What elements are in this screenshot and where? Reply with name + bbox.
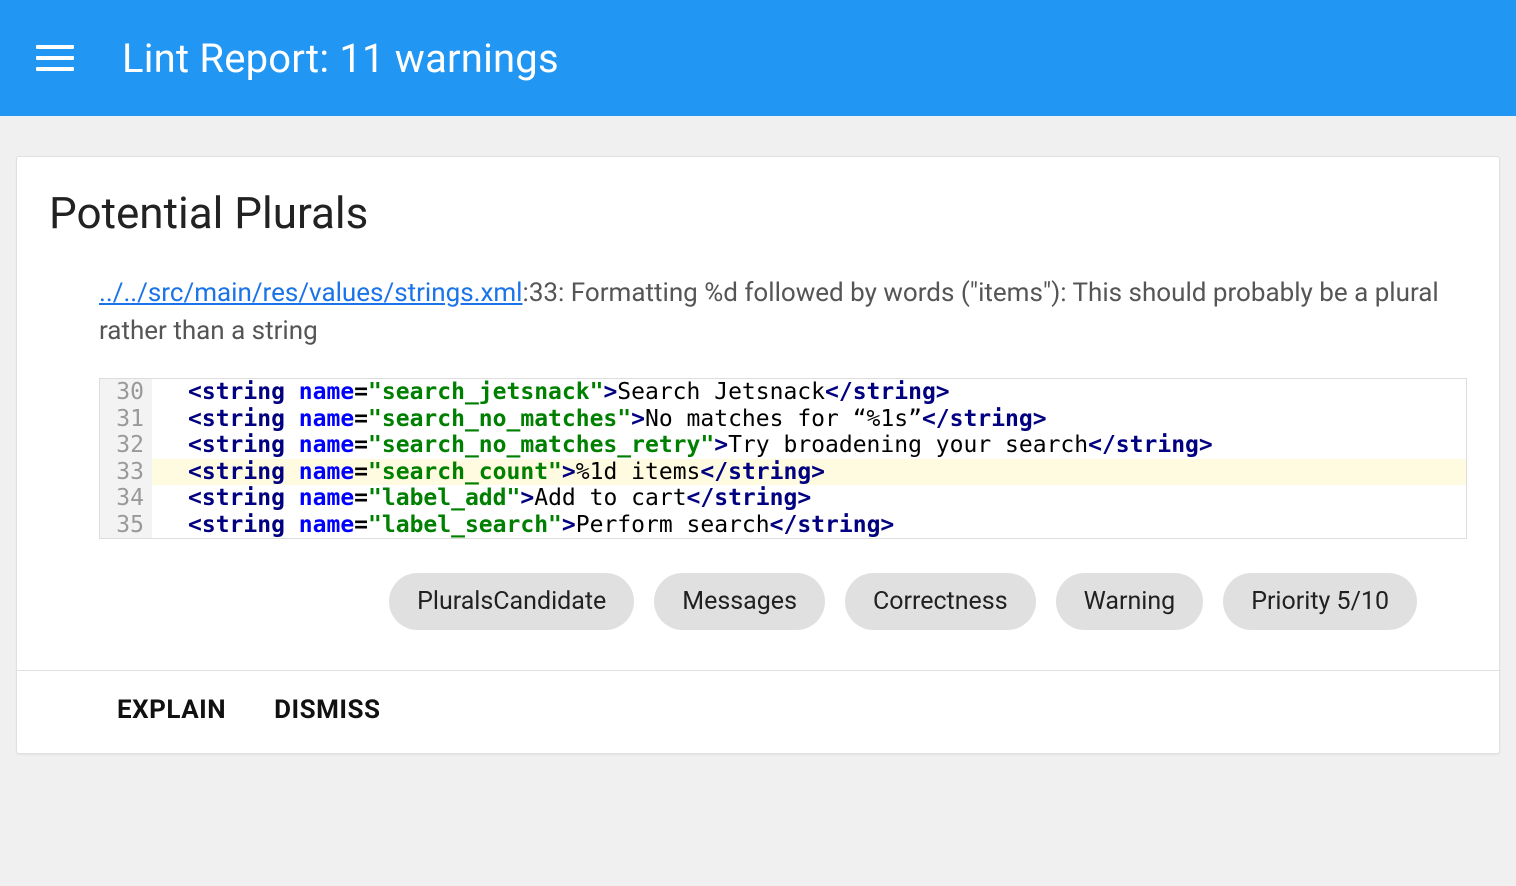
issue-card-body: Potential Plurals ../../src/main/res/val… <box>17 157 1499 670</box>
code-content: <string name="search_jetsnack">Search Je… <box>152 379 1466 405</box>
line-number: 34 <box>100 485 152 511</box>
card-actions: EXPLAIN DISMISS <box>17 670 1499 753</box>
code-line: 33<string name="search_count">%1d items<… <box>100 459 1466 485</box>
code-content: <string name="search_no_matches_retry">T… <box>152 432 1466 458</box>
code-content: <string name="search_no_matches">No matc… <box>152 406 1466 432</box>
code-line: 30<string name="search_jetsnack">Search … <box>100 379 1466 405</box>
explain-button[interactable]: EXPLAIN <box>117 695 226 725</box>
code-content: <string name="label_search">Perform sear… <box>152 512 1466 538</box>
code-line: 31<string name="search_no_matches">No ma… <box>100 406 1466 432</box>
tag-chip[interactable]: Warning <box>1056 573 1204 630</box>
issue-title: Potential Plurals <box>49 187 1467 239</box>
page-title: Lint Report: 11 warnings <box>122 35 559 82</box>
dismiss-button[interactable]: DISMISS <box>274 695 380 725</box>
issue-description: ../../src/main/res/values/strings.xml:33… <box>49 275 1467 350</box>
issue-tags: PluralsCandidate Messages Correctness Warni… <box>49 539 1467 630</box>
line-number: 30 <box>100 379 152 405</box>
line-number: 31 <box>100 406 152 432</box>
tag-chip[interactable]: Priority 5/10 <box>1223 573 1417 630</box>
tag-chip[interactable]: PluralsCandidate <box>389 573 634 630</box>
line-number: 35 <box>100 512 152 538</box>
tag-chip[interactable]: Messages <box>654 573 825 630</box>
code-line: 34<string name="label_add">Add to cart</… <box>100 485 1466 511</box>
code-content: <string name="label_add">Add to cart</st… <box>152 485 1466 511</box>
code-line: 35<string name="label_search">Perform se… <box>100 512 1466 538</box>
content-area: Potential Plurals ../../src/main/res/val… <box>0 116 1516 754</box>
line-number: 33 <box>100 459 152 485</box>
code-line: 32<string name="search_no_matches_retry"… <box>100 432 1466 458</box>
issue-card: Potential Plurals ../../src/main/res/val… <box>16 156 1500 754</box>
code-snippet: 30<string name="search_jetsnack">Search … <box>99 378 1467 539</box>
line-number: 32 <box>100 432 152 458</box>
menu-icon[interactable] <box>36 39 74 77</box>
issue-file-link[interactable]: ../../src/main/res/values/strings.xml <box>99 278 523 308</box>
tag-chip[interactable]: Correctness <box>845 573 1036 630</box>
code-content: <string name="search_count">%1d items</s… <box>152 459 1466 485</box>
issue-location-suffix: :33: <box>523 278 571 308</box>
app-bar: Lint Report: 11 warnings <box>0 0 1516 116</box>
